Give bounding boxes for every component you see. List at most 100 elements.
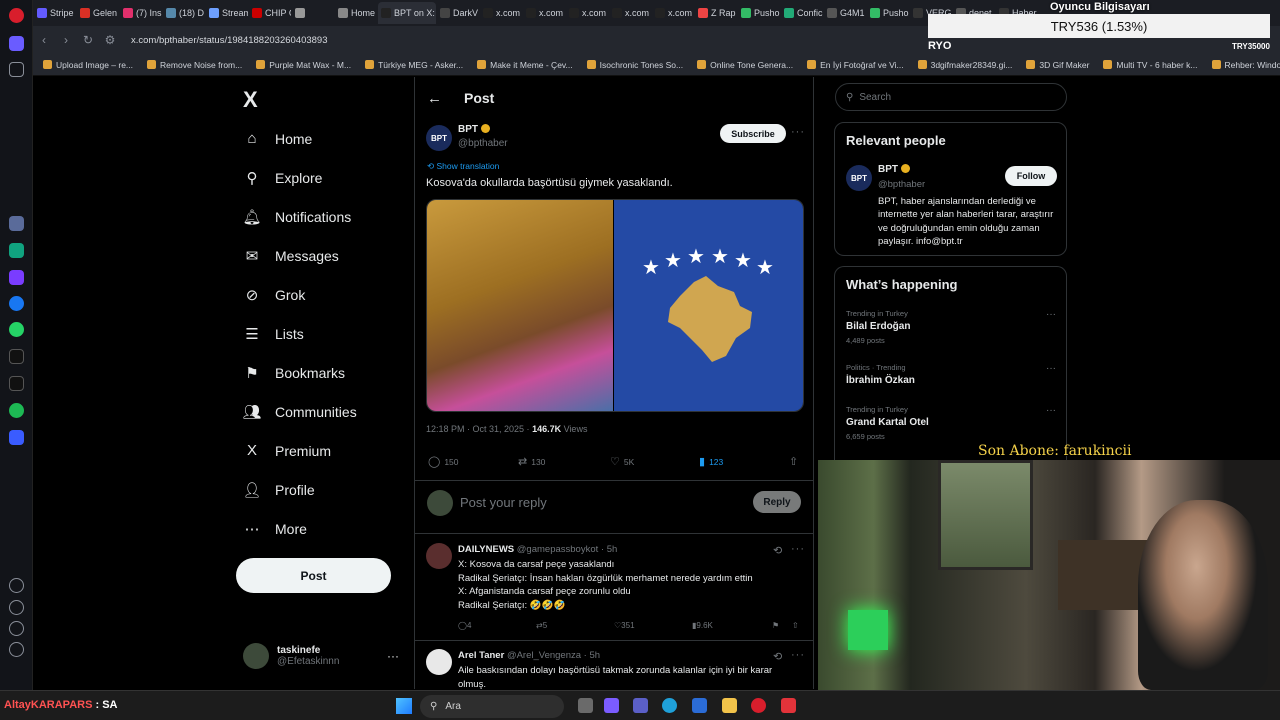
browser-tab[interactable]: Z Rap (695, 2, 737, 24)
browser-tab[interactable]: (7) Ins (120, 2, 162, 24)
post-button[interactable]: Post (236, 558, 391, 593)
trend-item[interactable]: Politics · Trending İbrahim Özkan ··· (846, 363, 1056, 386)
bookmark-item[interactable]: Online Tone Genera... (697, 60, 793, 70)
messenger-sidebar-icon[interactable] (9, 296, 24, 311)
trend-more-icon[interactable]: ··· (1046, 405, 1056, 416)
app-sidebar-icon-2[interactable] (9, 243, 24, 258)
browser-tab[interactable]: (18) D (163, 2, 205, 24)
browser-tab[interactable]: DarkV (437, 2, 479, 24)
trend-more-icon[interactable]: ··· (1046, 309, 1056, 320)
reply-input[interactable]: Post your reply (460, 495, 547, 510)
browser-tab[interactable]: CHIP C (249, 2, 291, 24)
nav-item-communities[interactable]: 👥︎ Communities (242, 392, 356, 431)
bookmark-item[interactable]: Multi TV - 6 haber k... (1103, 60, 1198, 70)
bookmark-item[interactable]: 3D Gif Maker (1026, 60, 1089, 70)
windows-start-icon[interactable] (396, 698, 412, 714)
edge-icon[interactable] (662, 698, 677, 713)
opera-logo-icon[interactable] (9, 8, 24, 23)
bookmark-item[interactable]: Rehber: Windows 1... (1211, 60, 1280, 70)
bookmark-item[interactable]: En İyi Fotoğraf ve Vi... (807, 60, 904, 70)
browser-tab[interactable]: Pusho (867, 2, 909, 24)
nav-item-explore[interactable]: ⚲ Explore (243, 158, 357, 197)
comment-avatar[interactable] (426, 649, 452, 675)
comment-more-icon[interactable]: ··· (791, 649, 805, 661)
grok-icon[interactable]: ⟲ (773, 650, 783, 663)
nav-item-home[interactable]: ⌂ Home (243, 119, 357, 158)
comment-views-action[interactable]: ▮ 9.6K (692, 621, 713, 630)
post-media[interactable]: ★ ★ ★ ★ ★ ★ (426, 199, 804, 412)
grok-icon[interactable]: ⟲ (773, 544, 783, 557)
comment-handle[interactable]: @Arel_Vengenza · 5h (507, 650, 600, 661)
trend-item[interactable]: Trending in Turkey Bilal Erdoğan 4,489 p… (846, 309, 1056, 345)
app-sidebar-icon-1[interactable] (9, 216, 24, 231)
nav-item-more[interactable]: ⋯ More (243, 509, 357, 548)
folder-icon[interactable] (722, 698, 737, 713)
share-action[interactable]: ⇧ (789, 455, 798, 468)
nav-item-messages[interactable]: ✉ Messages (243, 236, 357, 275)
forward-nav-icon[interactable]: › (55, 33, 77, 47)
tiktok-sidebar-icon[interactable] (9, 349, 24, 364)
browser-tab[interactable] (292, 2, 334, 24)
hijab-photo[interactable] (427, 200, 613, 411)
nav-item-profile[interactable]: 👤︎ Profile (242, 470, 357, 509)
account-switcher[interactable]: taskinefe @Efetaskinnn (243, 643, 339, 669)
repost-action[interactable]: ⇄ 130 (518, 455, 545, 468)
settings-sidebar-icon[interactable] (9, 621, 24, 636)
reply-action[interactable]: ◯ 150 (428, 455, 459, 468)
author-name[interactable]: BPT (458, 124, 490, 135)
comment-like-action[interactable]: ♡ 351 (614, 621, 635, 630)
comment-more-icon[interactable]: ··· (791, 543, 805, 555)
bookmark-action[interactable]: ▮ 123 (699, 455, 723, 468)
reload-icon[interactable]: ↻ (77, 33, 99, 47)
bookmark-item[interactable]: Remove Noise from... (147, 60, 242, 70)
bookmark-item[interactable]: Isochronic Tones So... (586, 60, 683, 70)
post-more-icon[interactable]: ··· (791, 126, 805, 138)
whatsapp-sidebar-icon[interactable] (9, 322, 24, 337)
bulb-sidebar-icon[interactable] (9, 642, 24, 657)
comment-handle[interactable]: @gamepassboykot · 5h (517, 544, 617, 555)
nav-item-premium[interactable]: X Premium (243, 431, 357, 470)
taskbar-app-icon[interactable] (781, 698, 796, 713)
store-icon[interactable] (692, 698, 707, 713)
kosovo-flag-image[interactable]: ★ ★ ★ ★ ★ ★ (614, 200, 803, 411)
browser-tab[interactable]: Stream (206, 2, 248, 24)
browser-tab[interactable]: x.com (523, 2, 565, 24)
spotify-sidebar-icon[interactable] (9, 403, 24, 418)
comment-bookmark-icon[interactable]: ⚑ (772, 621, 779, 630)
post-time[interactable]: 12:18 PM · Oct 31, 2025 · (426, 424, 532, 434)
taskbar-search[interactable]: ⚲ Ara (420, 695, 564, 718)
browser-tab[interactable]: G4M1 (824, 2, 866, 24)
app-sidebar-icon-4[interactable] (9, 430, 24, 445)
comment-avatar[interactable] (426, 543, 452, 569)
bookmark-item[interactable]: Upload Image – re... (43, 60, 133, 70)
opera-taskbar-icon[interactable] (751, 698, 766, 713)
nav-item-grok[interactable]: ⊘ Grok (243, 275, 357, 314)
subscribe-button[interactable]: Subscribe (720, 124, 786, 143)
trend-item[interactable]: Trending in Turkey Grand Kartal Otel 6,6… (846, 405, 1056, 441)
bookmark-item[interactable]: Türkiye MEG - Asker... (365, 60, 463, 70)
browser-tab[interactable]: Stripe (34, 2, 76, 24)
url-text[interactable]: x.com/bpthaber/status/198418820326040389… (131, 35, 328, 46)
back-nav-icon[interactable]: ‹ (33, 33, 55, 47)
follow-button[interactable]: Follow (1005, 166, 1057, 186)
browser-tab[interactable]: x.com (480, 2, 522, 24)
search-input[interactable]: ⚲ Search (835, 83, 1067, 111)
teams-icon[interactable] (633, 698, 648, 713)
heart-sidebar-icon[interactable] (9, 578, 24, 593)
bookmark-item[interactable]: 3dgifmaker28349.gi... (917, 60, 1012, 70)
taskbar-app-icon[interactable] (604, 698, 619, 713)
person-avatar[interactable]: BPT (846, 165, 872, 191)
comment-author[interactable]: Arel Taner (458, 650, 504, 661)
browser-tab[interactable]: Home (335, 2, 377, 24)
star-sidebar-icon[interactable] (9, 62, 24, 77)
person-handle[interactable]: @bpthaber (878, 179, 925, 190)
taskbar-app-icon[interactable] (578, 698, 593, 713)
nav-item-lists[interactable]: ☰ Lists (243, 314, 357, 353)
browser-tab[interactable]: BPT on X: (378, 2, 436, 24)
browser-tab[interactable]: Pusho (738, 2, 780, 24)
bookmark-item[interactable]: Make it Meme - Çev... (477, 60, 573, 70)
back-arrow-icon[interactable]: ← (427, 90, 442, 107)
browser-tab[interactable]: x.com (566, 2, 608, 24)
comment-author[interactable]: DAILYNEWS (458, 544, 514, 555)
nav-item-bookmarks[interactable]: ⚑ Bookmarks (243, 353, 357, 392)
